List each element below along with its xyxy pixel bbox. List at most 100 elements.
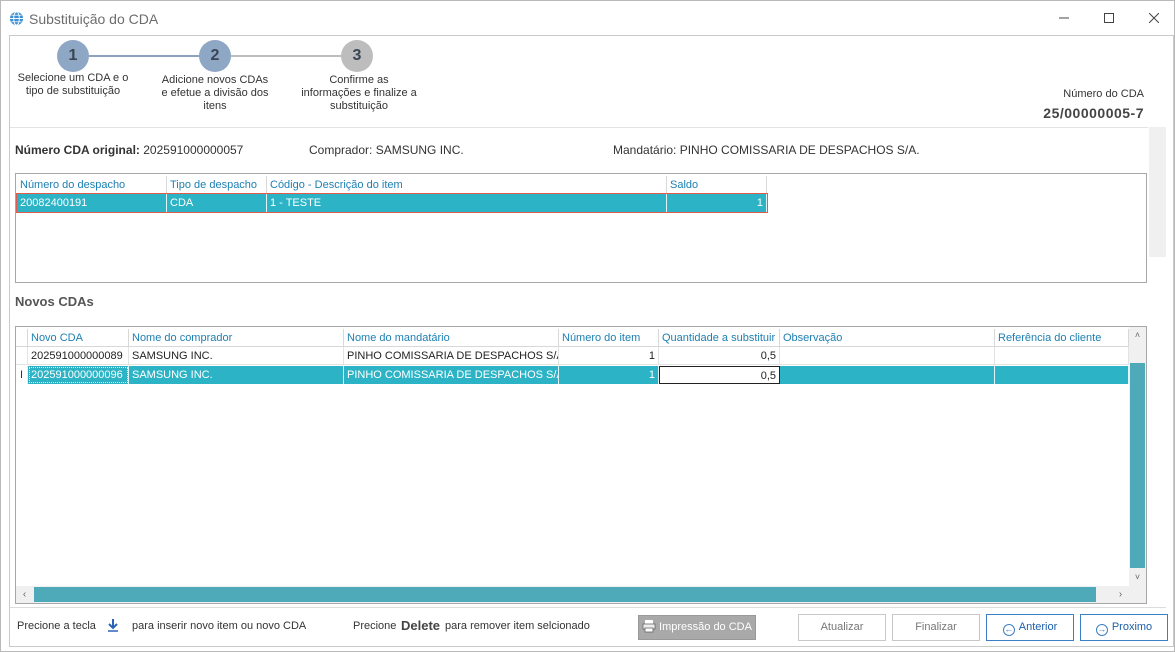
buyer-label: Comprador: bbox=[309, 143, 373, 157]
cell-balance[interactable]: 1 bbox=[667, 194, 767, 212]
col-buyer-name[interactable]: Nome do comprador bbox=[129, 329, 344, 347]
cda-number-label: Número do CDA bbox=[1063, 88, 1144, 100]
cell-new-cda[interactable]: 202591000000089 bbox=[28, 347, 129, 365]
insert-hint-suffix: para inserir novo item ou novo CDA bbox=[132, 620, 307, 632]
col-item-number[interactable]: Número do item bbox=[559, 329, 659, 347]
col-agent-name[interactable]: Nome do mandatário bbox=[344, 329, 559, 347]
scroll-right-icon[interactable]: › bbox=[1112, 586, 1129, 603]
header-separator bbox=[10, 127, 1148, 128]
arrow-down-key-icon bbox=[108, 619, 118, 632]
buyer-info: Comprador: SAMSUNG INC. bbox=[309, 143, 464, 157]
cell-quantity[interactable]: 0,5 bbox=[659, 347, 780, 365]
cell-dispatch-number[interactable]: 20082400191 bbox=[17, 194, 167, 212]
cell-new-cda[interactable]: 202591000000096 bbox=[28, 366, 129, 384]
new-grid-vertical-scrollbar[interactable]: ˄ ˅ bbox=[1129, 327, 1146, 586]
table-row[interactable]: 202591000000089 SAMSUNG INC. PINHO COMIS… bbox=[16, 347, 1129, 365]
agent-value: PINHO COMISSARIA DE DESPACHOS S/A. bbox=[679, 143, 920, 157]
scroll-left-icon[interactable]: ‹ bbox=[16, 586, 33, 603]
cell-dispatch-type[interactable]: CDA bbox=[167, 194, 267, 212]
cell-buyer-name[interactable]: SAMSUNG INC. bbox=[129, 366, 344, 384]
maximize-icon bbox=[1104, 13, 1114, 23]
wizard-connector-2 bbox=[231, 55, 343, 57]
delete-hint-suffix: para remover item selcionado bbox=[445, 620, 590, 632]
cell-observation[interactable] bbox=[780, 366, 995, 384]
cell-item-number[interactable]: 1 bbox=[559, 366, 659, 384]
original-grid-header: Número do despacho Tipo de despacho Códi… bbox=[16, 176, 768, 194]
row-indicator[interactable]: I bbox=[16, 366, 28, 384]
vertical-scroll-thumb[interactable] bbox=[1130, 363, 1145, 568]
wizard-step-1: 1 bbox=[57, 40, 89, 72]
print-cda-label: Impressão do CDA bbox=[659, 621, 752, 633]
cell-client-reference[interactable] bbox=[995, 347, 1129, 365]
footer-separator bbox=[10, 607, 1166, 608]
cell-agent-name[interactable]: PINHO COMISSARIA DE DESPACHOS S/A. bbox=[344, 347, 559, 365]
next-label: Proximo bbox=[1111, 621, 1153, 633]
col-item-description[interactable]: Código - Descrição do item bbox=[267, 176, 667, 194]
minimize-icon bbox=[1059, 17, 1069, 19]
wizard-step-2: 2 bbox=[199, 40, 231, 72]
horizontal-scroll-thumb[interactable] bbox=[34, 587, 1096, 602]
new-cdas-title: Novos CDAs bbox=[15, 294, 94, 309]
row-indicator[interactable] bbox=[16, 347, 28, 365]
agent-label: Mandatário: bbox=[613, 143, 677, 157]
table-row[interactable]: I 202591000000096 SAMSUNG INC. PINHO COM… bbox=[16, 366, 1129, 384]
scroll-up-icon[interactable]: ˄ bbox=[1129, 327, 1146, 344]
cell-quantity-editing[interactable]: 0,5 bbox=[659, 366, 780, 384]
title-bar[interactable]: Substituição do CDA bbox=[1, 1, 1174, 35]
globe-icon bbox=[9, 11, 24, 26]
previous-label: Anterior bbox=[1018, 621, 1058, 633]
scroll-down-icon[interactable]: ˅ bbox=[1129, 569, 1146, 586]
original-cda-label: Número CDA original: bbox=[15, 143, 140, 157]
scroll-corner bbox=[1129, 586, 1146, 603]
cell-observation[interactable] bbox=[780, 347, 995, 365]
buyer-value: SAMSUNG INC. bbox=[375, 143, 464, 157]
outer-vertical-scrollbar[interactable] bbox=[1149, 127, 1166, 257]
print-cda-button[interactable]: Impressão do CDA bbox=[638, 615, 756, 640]
original-cda-value: 202591000000057 bbox=[143, 143, 244, 157]
cda-number-value: 25/00000005-7 bbox=[1043, 105, 1144, 121]
agent-info: Mandatário: PINHO COMISSARIA DE DESPACHO… bbox=[613, 143, 920, 157]
printer-icon bbox=[642, 620, 656, 633]
arrow-left-icon: ← bbox=[1002, 624, 1015, 636]
wizard-step-3-label: Confirme as informações e finalize a sub… bbox=[301, 74, 417, 112]
refresh-button[interactable]: Atualizar bbox=[798, 614, 886, 641]
previous-button[interactable]: ← Anterior bbox=[986, 614, 1074, 641]
col-new-cda[interactable]: Novo CDA bbox=[28, 329, 129, 347]
col-dispatch-number[interactable]: Número do despacho bbox=[17, 176, 167, 194]
refresh-label: Atualizar bbox=[820, 621, 864, 633]
substitution-window: Substituição do CDA 1 2 3 Selecione um C… bbox=[0, 0, 1175, 652]
new-grid-horizontal-scrollbar[interactable]: ‹ › bbox=[16, 586, 1129, 603]
new-cdas-grid[interactable]: Novo CDA Nome do comprador Nome do manda… bbox=[15, 326, 1147, 604]
cell-client-reference[interactable] bbox=[995, 366, 1129, 384]
delete-hint-prefix: Precione bbox=[353, 620, 397, 632]
original-items-grid[interactable]: Número do despacho Tipo de despacho Códi… bbox=[15, 173, 1147, 283]
wizard-step-1-label: Selecione um CDA e o tipo de substituiçã… bbox=[17, 72, 129, 97]
cell-buyer-name[interactable]: SAMSUNG INC. bbox=[129, 347, 344, 365]
close-icon bbox=[1148, 12, 1160, 24]
cell-item-description[interactable]: 1 - TESTE bbox=[267, 194, 667, 212]
arrow-right-icon: → bbox=[1095, 624, 1108, 636]
insert-hint-prefix: Precione a tecla bbox=[17, 620, 96, 632]
original-cda-info: Número CDA original: 202591000000057 bbox=[15, 143, 243, 157]
finish-label: Finalizar bbox=[915, 621, 957, 633]
close-button[interactable] bbox=[1139, 7, 1169, 29]
wizard-step-3: 3 bbox=[341, 40, 373, 72]
col-balance[interactable]: Saldo bbox=[667, 176, 767, 194]
wizard-step-2-label: Adicione novos CDAs e efetue a divisão d… bbox=[161, 74, 269, 112]
col-dispatch-type[interactable]: Tipo de despacho bbox=[167, 176, 267, 194]
minimize-button[interactable] bbox=[1049, 7, 1079, 29]
maximize-button[interactable] bbox=[1094, 7, 1124, 29]
wizard-connector-1 bbox=[89, 55, 201, 57]
window-title: Substituição do CDA bbox=[29, 11, 159, 27]
col-client-reference[interactable]: Referência do cliente bbox=[995, 329, 1129, 347]
delete-key-label: Delete bbox=[401, 618, 441, 633]
table-row[interactable]: 20082400191 CDA 1 - TESTE 1 bbox=[16, 193, 768, 213]
new-grid-header: Novo CDA Nome do comprador Nome do manda… bbox=[16, 329, 1129, 347]
cell-item-number[interactable]: 1 bbox=[559, 347, 659, 365]
cell-agent-name[interactable]: PINHO COMISSARIA DE DESPACHOS S/A. bbox=[344, 366, 559, 384]
next-button[interactable]: → Proximo bbox=[1080, 614, 1168, 641]
finish-button[interactable]: Finalizar bbox=[892, 614, 980, 641]
col-quantity[interactable]: Quantidade a substituir bbox=[659, 329, 780, 347]
col-observation[interactable]: Observação bbox=[780, 329, 995, 347]
row-indicator-header bbox=[16, 329, 28, 347]
